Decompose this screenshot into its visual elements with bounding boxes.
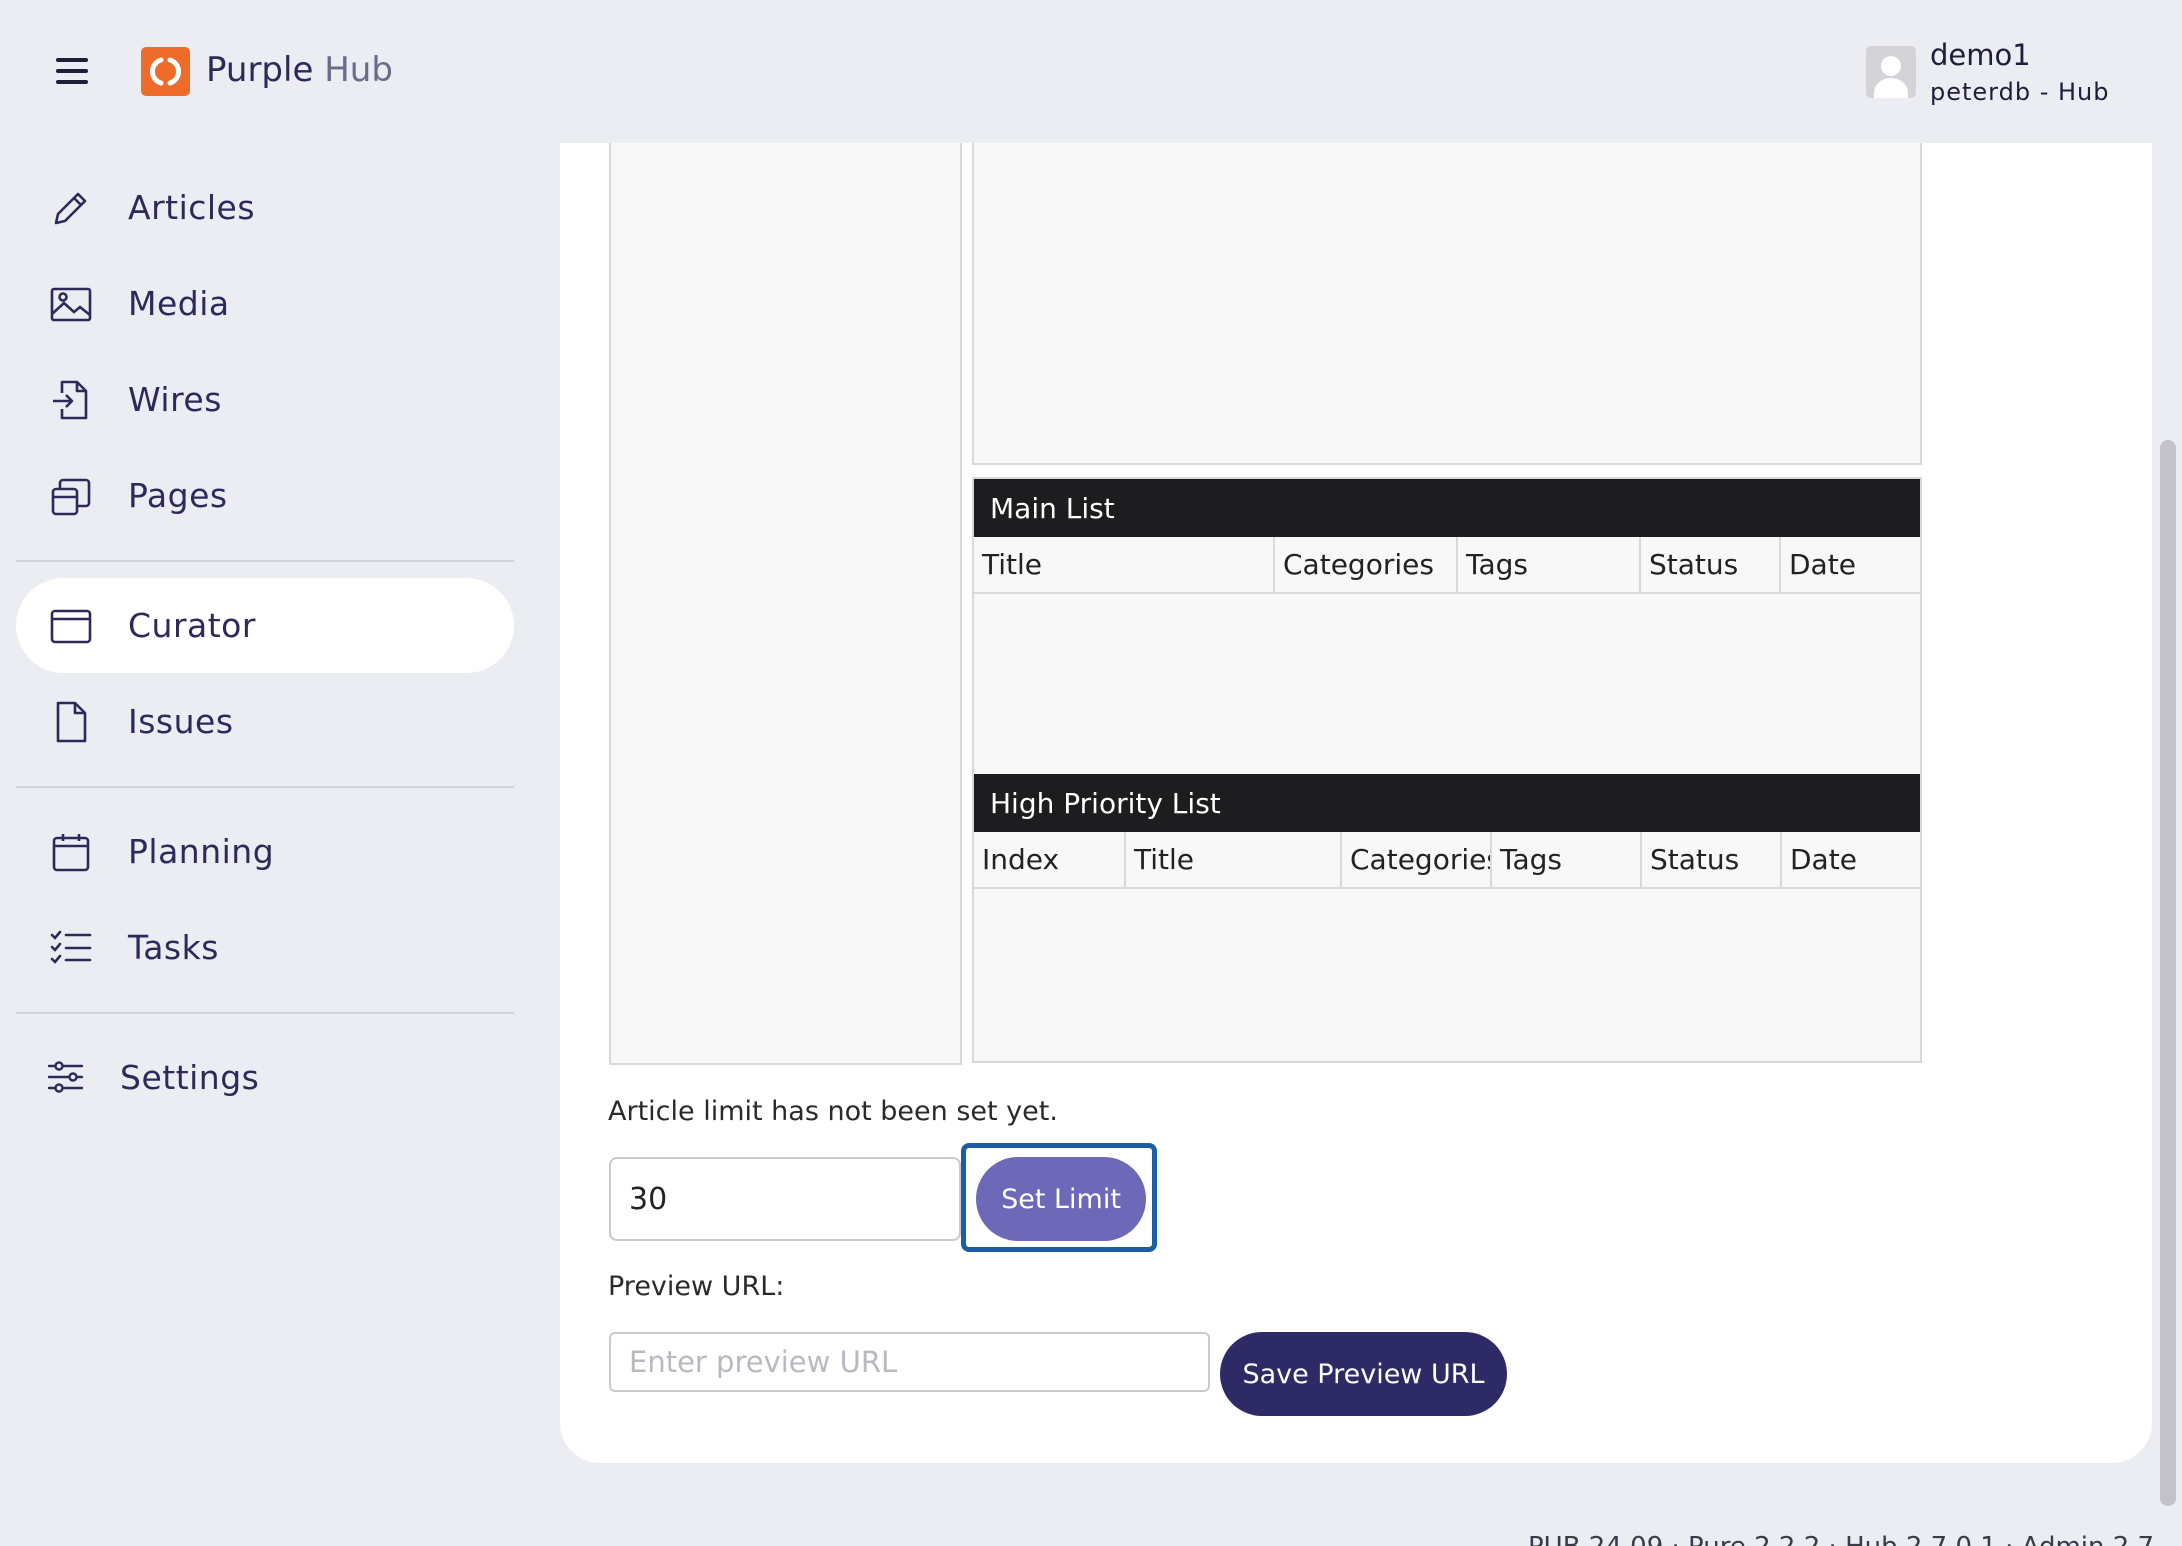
user-name: demo1 xyxy=(1930,38,2031,72)
sidebar-divider xyxy=(16,1012,514,1014)
pencil-icon xyxy=(50,187,92,229)
high-priority-list-columns: Index Title Categories Tags Status Date xyxy=(974,832,1920,889)
article-limit-note: Article limit has not been set yet. xyxy=(608,1096,1058,1127)
column-header[interactable]: Tags xyxy=(1492,832,1642,887)
save-preview-url-button[interactable]: Save Preview URL xyxy=(1220,1332,1507,1416)
preview-url-input[interactable] xyxy=(609,1332,1210,1392)
sidebar-divider xyxy=(16,786,514,788)
checklist-icon xyxy=(50,927,92,969)
sidebar-item-articles[interactable]: Articles xyxy=(16,160,514,255)
sliders-icon xyxy=(46,1057,88,1099)
version-info: PUB 24.09 · Pure 2.2.2 · Hub 2.7.0.1 · A… xyxy=(1528,1532,2182,1546)
menu-icon[interactable] xyxy=(56,58,88,84)
main-list-columns: Title Categories Tags Status Date xyxy=(974,537,1920,594)
purple-hub-logo-icon xyxy=(141,47,190,96)
column-header[interactable]: Date xyxy=(1781,537,1920,592)
sidebar-item-label: Settings xyxy=(120,1058,260,1097)
sidebar-item-label: Articles xyxy=(128,188,256,227)
sidebar-item-wires[interactable]: Wires xyxy=(16,352,514,447)
sidebar-item-tasks[interactable]: Tasks xyxy=(16,900,514,995)
sidebar-item-pages[interactable]: Pages xyxy=(16,448,514,543)
document-icon xyxy=(50,701,92,743)
brand-name[interactable]: Purple Hub xyxy=(206,50,393,90)
sidebar-item-label: Media xyxy=(128,284,230,323)
column-header[interactable]: Title xyxy=(1126,832,1342,887)
article-source-column xyxy=(609,143,962,1065)
sidebar-item-label: Wires xyxy=(128,380,222,419)
high-priority-list-header: High Priority List xyxy=(974,774,1920,832)
calendar-icon xyxy=(50,831,92,873)
image-icon xyxy=(50,283,92,325)
sidebar-divider xyxy=(16,560,514,562)
column-header[interactable]: Title xyxy=(974,537,1275,592)
column-header[interactable]: Index xyxy=(974,832,1126,887)
column-header[interactable]: Date xyxy=(1782,832,1920,887)
sidebar-item-label: Issues xyxy=(128,702,234,741)
curator-lists: Main List Title Categories Tags Status D… xyxy=(972,477,1922,1063)
browser-window-icon xyxy=(50,605,92,647)
column-header[interactable]: Status xyxy=(1641,537,1781,592)
article-limit-input[interactable] xyxy=(609,1157,961,1241)
file-import-icon xyxy=(50,379,92,421)
sidebar-item-settings[interactable]: Settings xyxy=(16,1030,514,1125)
sidebar-item-media[interactable]: Media xyxy=(16,256,514,351)
main-list-header: Main List xyxy=(974,479,1920,537)
column-header[interactable]: Categories xyxy=(1342,832,1492,887)
sidebar-item-issues[interactable]: Issues xyxy=(16,674,514,769)
sidebar-item-label: Curator xyxy=(128,606,256,645)
curated-preview-area xyxy=(972,143,1922,465)
pages-icon xyxy=(50,475,92,517)
sidebar-item-label: Planning xyxy=(128,832,275,871)
user-organization: peterdb - Hub xyxy=(1930,78,2110,106)
sidebar-item-label: Tasks xyxy=(128,928,219,967)
column-header[interactable]: Tags xyxy=(1458,537,1641,592)
sidebar-item-planning[interactable]: Planning xyxy=(16,804,514,899)
scrollbar-thumb[interactable] xyxy=(2160,440,2176,1506)
top-header: Purple Hub demo1 peterdb - Hub xyxy=(0,0,2152,143)
column-header[interactable]: Categories xyxy=(1275,537,1458,592)
sidebar-item-curator[interactable]: Curator xyxy=(16,578,514,673)
sidebar-item-label: Pages xyxy=(128,476,228,515)
avatar[interactable] xyxy=(1866,46,1916,98)
set-limit-button[interactable]: Set Limit xyxy=(976,1157,1146,1241)
column-header[interactable]: Status xyxy=(1642,832,1782,887)
preview-url-label: Preview URL: xyxy=(608,1271,785,1302)
